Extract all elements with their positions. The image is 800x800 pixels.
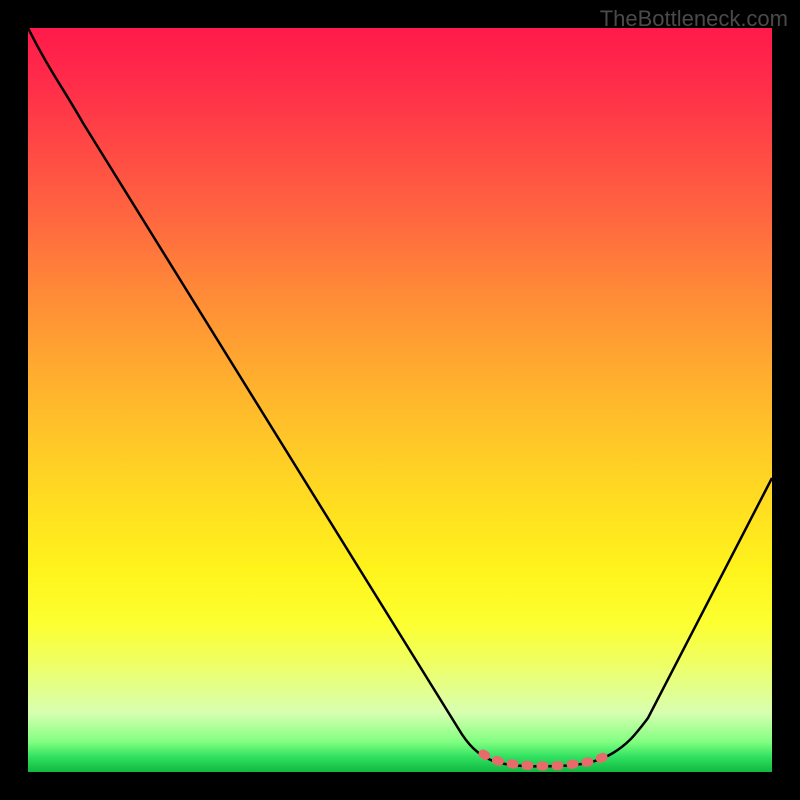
watermark-text: TheBottleneck.com [600,6,788,32]
curve-path [28,28,772,766]
chart-container: TheBottleneck.com [0,0,800,800]
highlight-segment [483,754,610,766]
plot-area [28,28,772,772]
bottleneck-curve [28,28,772,772]
